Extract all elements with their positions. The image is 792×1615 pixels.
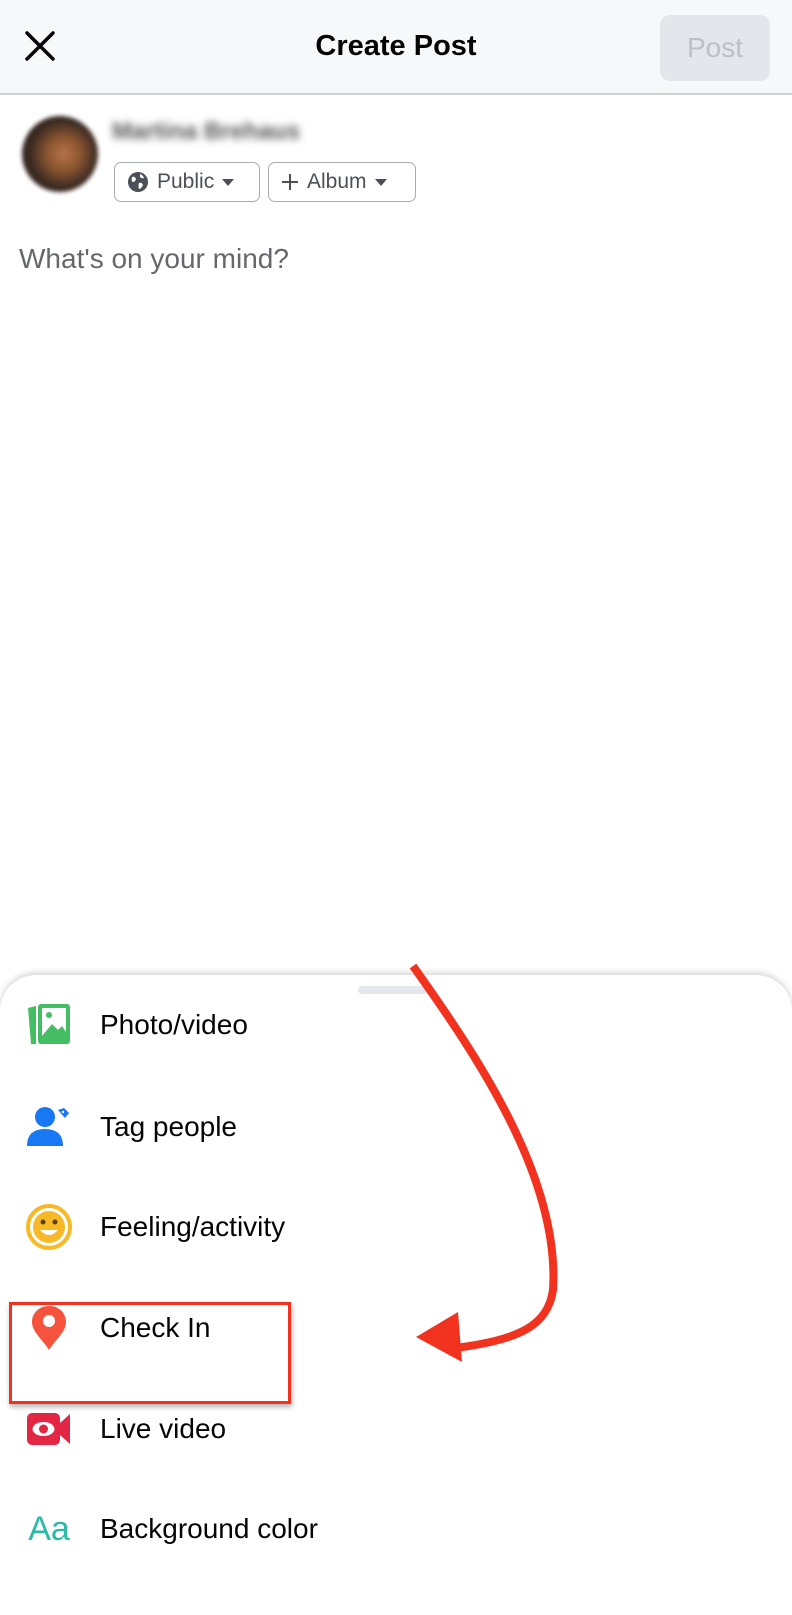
globe-icon [128, 172, 148, 192]
caret-down-icon [222, 178, 235, 186]
caret-down-icon [374, 178, 387, 186]
plus-icon [282, 174, 298, 190]
option-label: Feeling/activity [100, 1211, 286, 1242]
audience-label: Public [157, 170, 215, 193]
check-in-highlight-box [9, 1302, 291, 1404]
live-video-icon [24, 1404, 74, 1454]
option-photo-video[interactable]: Photo/video [0, 975, 792, 1075]
option-label: Live video [100, 1413, 227, 1444]
option-tag-people[interactable]: Tag people [0, 1077, 792, 1177]
avatar [22, 116, 98, 192]
post-text-input[interactable]: What's on your mind? [19, 243, 289, 275]
option-label: Tag people [100, 1111, 238, 1142]
option-background-color[interactable]: Aa Background color [0, 1479, 792, 1579]
user-name: Martina Brehaus [112, 118, 301, 145]
option-feeling-activity[interactable]: Feeling/activity [0, 1177, 792, 1277]
photo-icon [24, 1000, 74, 1050]
option-label: Background color [100, 1513, 318, 1544]
album-label: Album [307, 170, 367, 193]
top-bar: Create Post Post [0, 0, 792, 95]
option-label: Photo/video [100, 1009, 248, 1040]
album-selector[interactable]: Album [268, 162, 416, 202]
audience-selector[interactable]: Public [114, 162, 260, 202]
tag-people-icon [24, 1102, 74, 1152]
smiley-icon [24, 1202, 74, 1252]
post-button[interactable]: Post [660, 15, 770, 81]
options-sheet: Photo/video Tag people Feeling/activity [0, 975, 792, 1615]
text-aa-icon: Aa [28, 1509, 70, 1548]
